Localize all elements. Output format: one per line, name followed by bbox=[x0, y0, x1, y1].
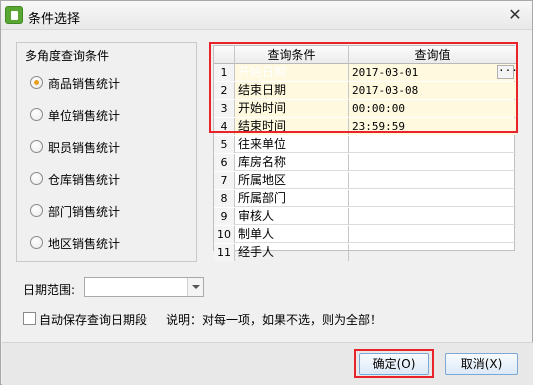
condition-value-cell[interactable] bbox=[349, 208, 516, 225]
radio-icon[interactable] bbox=[30, 236, 43, 249]
radio-label: 职员销售统计 bbox=[48, 141, 121, 155]
radio-label: 单位销售统计 bbox=[48, 109, 121, 123]
condition-value-cell[interactable] bbox=[349, 172, 516, 189]
window-title: 条件选择 bbox=[28, 12, 81, 27]
title-bar: 条件选择 ✕ bbox=[1, 1, 532, 30]
condition-name-cell[interactable]: 所属地区 bbox=[235, 172, 349, 189]
radio-label: 商品销售统计 bbox=[48, 77, 121, 91]
note-text: 说明：对每一项，如果不选，则为全部！ bbox=[166, 313, 383, 327]
condition-value-cell[interactable] bbox=[349, 136, 516, 153]
radio-icon[interactable] bbox=[30, 140, 43, 153]
highlight-box-grid bbox=[209, 42, 518, 133]
table-row[interactable]: 9 审核人 bbox=[214, 208, 516, 225]
radio-label: 仓库销售统计 bbox=[48, 173, 121, 187]
condition-name-cell[interactable]: 往来单位 bbox=[235, 136, 349, 153]
radio-label: 地区销售统计 bbox=[48, 237, 121, 251]
condition-name-cell[interactable]: 经手人 bbox=[235, 244, 349, 261]
table-row[interactable]: 11 经手人 bbox=[214, 244, 516, 261]
date-range-label: 日期范围: bbox=[23, 283, 76, 297]
date-range-select[interactable] bbox=[84, 277, 204, 297]
table-row[interactable]: 10 制单人 bbox=[214, 226, 516, 243]
condition-name-cell[interactable]: 库房名称 bbox=[235, 154, 349, 171]
row-number: 10 bbox=[214, 226, 235, 243]
radio-label: 部门销售统计 bbox=[48, 205, 121, 219]
table-row[interactable]: 7 所属地区 bbox=[214, 172, 516, 189]
row-number: 11 bbox=[214, 244, 235, 261]
row-number: 9 bbox=[214, 208, 235, 225]
autosave-checkbox[interactable] bbox=[23, 312, 36, 325]
condition-value-cell[interactable] bbox=[349, 244, 516, 261]
table-row[interactable]: 8 所属部门 bbox=[214, 190, 516, 207]
row-number: 7 bbox=[214, 172, 235, 189]
condition-name-cell[interactable]: 制单人 bbox=[235, 226, 349, 243]
cancel-button[interactable]: 取消(X) bbox=[445, 353, 518, 375]
condition-value-cell[interactable] bbox=[349, 154, 516, 171]
table-row[interactable]: 5 往来单位 bbox=[214, 136, 516, 153]
app-icon bbox=[5, 6, 23, 24]
radio-icon[interactable] bbox=[30, 172, 43, 185]
radio-icon[interactable] bbox=[30, 204, 43, 217]
condition-value-cell[interactable] bbox=[349, 226, 516, 243]
row-number: 5 bbox=[214, 136, 235, 153]
radio-icon[interactable] bbox=[30, 76, 43, 89]
group-title: 多角度查询条件 bbox=[25, 49, 110, 63]
row-number: 6 bbox=[214, 154, 235, 171]
table-row[interactable]: 6 库房名称 bbox=[214, 154, 516, 171]
chevron-down-icon[interactable] bbox=[187, 278, 203, 296]
condition-name-cell[interactable]: 审核人 bbox=[235, 208, 349, 225]
radio-icon[interactable] bbox=[30, 108, 43, 121]
condition-value-cell[interactable] bbox=[349, 190, 516, 207]
row-number: 8 bbox=[214, 190, 235, 207]
condition-dialog: 条件选择 ✕ 多角度查询条件 商品销售统计 单位销售统计 职员销售统计 仓库销售… bbox=[0, 0, 533, 385]
condition-name-cell[interactable]: 所属部门 bbox=[235, 190, 349, 207]
autosave-label[interactable]: 自动保存查询日期段 bbox=[39, 311, 147, 328]
close-button[interactable]: ✕ bbox=[505, 6, 525, 24]
highlight-box-ok bbox=[354, 349, 434, 378]
